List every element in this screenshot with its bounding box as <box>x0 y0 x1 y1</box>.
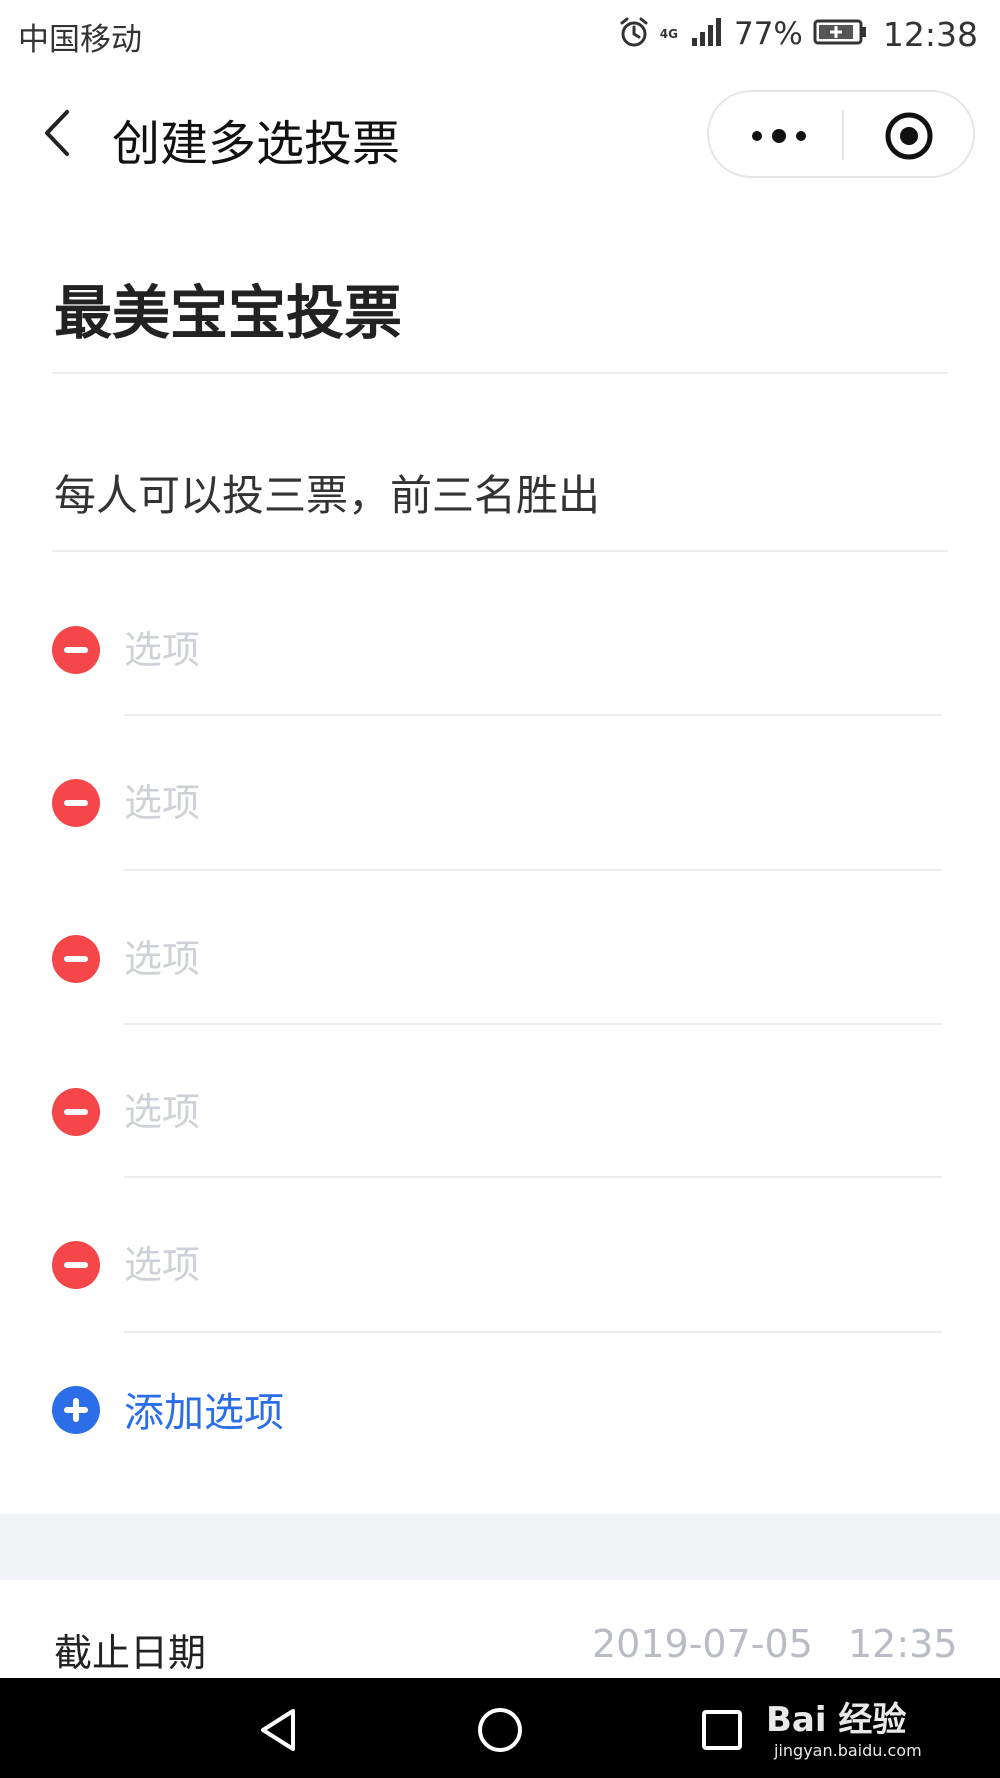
option-row <box>0 600 1000 750</box>
option-row <box>0 753 1000 903</box>
capsule-divider <box>842 110 844 160</box>
system-back-button[interactable] <box>248 1700 308 1760</box>
option-input[interactable] <box>124 1235 944 1295</box>
divider <box>124 1023 942 1025</box>
option-input[interactable] <box>124 1082 944 1142</box>
carrier-name: 中国移动 <box>18 22 142 58</box>
plus-circle-icon <box>52 1386 100 1434</box>
square-recents-icon <box>702 1710 742 1750</box>
clock: 12:38 <box>882 14 978 54</box>
minus-circle-icon[interactable] <box>52 626 100 674</box>
add-option-label: 添加选项 <box>124 1390 284 1436</box>
system-recents-button[interactable] <box>692 1700 752 1760</box>
baidu-watermark: Bai 经验 jingyan.baidu.com <box>766 1692 922 1760</box>
system-home-button[interactable] <box>470 1700 530 1760</box>
minus-circle-icon[interactable] <box>52 1088 100 1136</box>
page-title: 创建多选投票 <box>112 116 401 172</box>
triangle-back-icon <box>261 1709 295 1751</box>
option-row <box>0 1062 1000 1212</box>
alarm-icon <box>618 16 650 52</box>
option-input[interactable] <box>124 773 944 833</box>
deadline-date-picker[interactable]: 2019-07-05 <box>592 1622 813 1666</box>
battery-percent: 77% <box>733 16 803 52</box>
deadline-label: 截止日期 <box>54 1631 207 1675</box>
network-type: 4G <box>659 27 678 41</box>
circle-home-icon <box>478 1708 522 1752</box>
option-row <box>0 909 1000 1059</box>
divider <box>124 1331 942 1333</box>
divider <box>52 550 948 552</box>
battery-icon <box>813 18 867 50</box>
deadline-time-picker[interactable]: 12:35 <box>848 1622 958 1666</box>
option-row <box>0 1215 1000 1365</box>
option-input[interactable] <box>124 620 944 680</box>
watermark-brand: Bai 经验 <box>766 1700 907 1740</box>
more-button[interactable] <box>739 112 819 160</box>
minus-circle-icon[interactable] <box>52 1241 100 1289</box>
status-icons: 4G 77% 12:38 <box>618 12 978 56</box>
section-separator <box>0 1514 1000 1580</box>
vote-title-field[interactable]: 最美宝宝投票 <box>54 266 402 350</box>
system-nav-bar: Bai 经验 jingyan.baidu.com <box>0 1678 1000 1778</box>
miniprogram-capsule <box>707 90 975 178</box>
divider <box>124 869 942 871</box>
back-chevron-icon <box>45 110 69 156</box>
back-button[interactable] <box>34 98 78 168</box>
more-dots-icon <box>752 129 806 143</box>
divider <box>52 372 948 374</box>
vote-description-field[interactable]: 每人可以投三票，前三名胜出 <box>54 462 600 523</box>
nav-bar: 创建多选投票 <box>0 68 1000 200</box>
minus-circle-icon[interactable] <box>52 935 100 983</box>
close-button[interactable] <box>879 106 939 166</box>
target-close-icon <box>885 112 933 160</box>
minus-circle-icon[interactable] <box>52 779 100 827</box>
divider <box>124 714 942 716</box>
status-bar: 中国移动 4G 77% 12:38 <box>0 0 1000 68</box>
divider <box>124 1176 942 1178</box>
signal-icon <box>690 16 724 52</box>
option-input[interactable] <box>124 929 944 989</box>
add-option-button[interactable]: 添加选项 <box>0 1366 600 1456</box>
watermark-url: jingyan.baidu.com <box>774 1741 922 1760</box>
